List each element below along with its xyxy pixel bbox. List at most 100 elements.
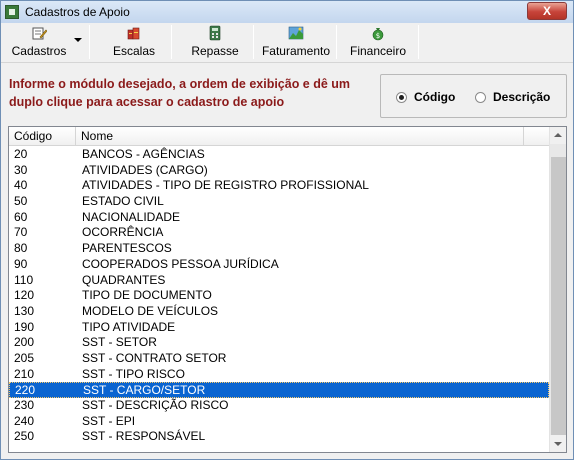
table-row[interactable]: 40 ATIVIDADES - TIPO DE REGISTRO PROFISSI…: [9, 178, 549, 194]
row-code: 30: [14, 162, 28, 177]
order-by-codigo-radio[interactable]: Código: [396, 90, 455, 104]
row-code: 80: [14, 241, 28, 256]
row-code: 230: [14, 398, 35, 412]
row-name: SST - DESCRIÇÃO RISCO: [82, 398, 229, 412]
faturamento-button[interactable]: Faturamento: [259, 25, 333, 61]
row-code: 190: [14, 319, 35, 334]
order-by-descricao-radio[interactable]: Descrição: [475, 90, 550, 104]
table-row[interactable]: 240 SST - EPI: [9, 414, 549, 430]
row-name: ESTADO CIVIL: [82, 194, 164, 209]
row-code: 50: [14, 194, 28, 209]
faturamento-label: Faturamento: [261, 44, 331, 58]
row-code: 210: [14, 366, 35, 381]
escalas-button[interactable]: Escalas: [109, 25, 159, 61]
table-row[interactable]: 210 SST - TIPO RISCO: [9, 367, 549, 383]
instruction-text: Informe o módulo desejado, a ordem de ex…: [9, 77, 351, 109]
table-row[interactable]: 200 SST - SETOR: [9, 335, 549, 351]
close-button[interactable]: X: [527, 2, 567, 20]
table-row[interactable]: 205 SST - CONTRATO SETOR: [9, 351, 549, 367]
row-name: BANCOS - AGÊNCIAS: [82, 147, 205, 161]
table-row[interactable]: 20 BANCOS - AGÊNCIAS: [9, 147, 549, 163]
table-row[interactable]: 50 ESTADO CIVIL: [9, 194, 549, 210]
row-name: SST - CONTRATO SETOR: [82, 350, 227, 365]
toolbar: Cadastros Escalas Repasse Faturamento $ …: [1, 23, 573, 63]
financeiro-label: Financeiro: [349, 44, 407, 58]
row-name: QUADRANTES: [82, 272, 166, 287]
row-code: 220: [15, 383, 36, 398]
row-name: OCORRÊNCIA: [82, 225, 164, 240]
escalas-label: Escalas: [112, 44, 156, 58]
scroll-down-icon[interactable]: [550, 435, 566, 452]
toolbar-separator: [253, 25, 254, 59]
row-name: SST - EPI: [82, 413, 136, 428]
list-rows: 20 BANCOS - AGÊNCIAS 30 ATIVIDADES (CARGO) 4…: [9, 147, 549, 445]
row-name: NACIONALIDADE: [82, 209, 181, 224]
toolbar-separator: [336, 25, 337, 59]
column-header-codigo[interactable]: Código: [9, 127, 76, 146]
row-code: 200: [14, 335, 35, 350]
cadastros-button[interactable]: Cadastros: [5, 25, 73, 61]
order-options-group: Código Descrição: [380, 74, 567, 118]
toolbar-separator: [89, 25, 90, 59]
row-name: ATIVIDADES (CARGO): [82, 162, 208, 177]
books-icon: [126, 25, 142, 41]
table-row[interactable]: 80 PARENTESCOS: [9, 241, 549, 257]
list-header: Código Nome: [9, 127, 549, 146]
column-header-nome[interactable]: Nome: [76, 127, 524, 146]
pencil-document-icon: [31, 25, 48, 41]
row-code: 20: [14, 147, 28, 161]
vertical-scrollbar[interactable]: [549, 127, 566, 452]
table-row[interactable]: 60 NACIONALIDADE: [9, 210, 549, 226]
cadastros-label: Cadastros: [11, 44, 67, 58]
toolbar-separator: [418, 25, 419, 59]
scroll-up-icon[interactable]: [550, 127, 566, 144]
table-row[interactable]: 230 SST - DESCRIÇÃO RISCO: [9, 398, 549, 414]
cadastros-dropdown-arrow-icon[interactable]: [74, 38, 82, 42]
table-row[interactable]: 110 QUADRANTES: [9, 273, 549, 289]
cadastros-apoio-window: Cadastros de Apoio X Cadastros Escalas R…: [0, 0, 574, 460]
svg-text:$: $: [376, 32, 380, 40]
row-name: SST - CARGO/SETOR: [83, 383, 206, 398]
radio-selected-icon[interactable]: [396, 91, 407, 103]
money-bag-icon: $: [370, 25, 386, 41]
row-code: 90: [14, 256, 28, 271]
row-name: SST - TIPO RISCO: [82, 366, 185, 381]
row-name: SST - SETOR: [82, 335, 157, 350]
app-icon: [5, 5, 19, 19]
row-code: 40: [14, 178, 28, 193]
row-code: 250: [14, 429, 35, 444]
row-name: TIPO DE DOCUMENTO: [82, 288, 212, 303]
row-code: 110: [14, 272, 34, 287]
row-name: PARENTESCOS: [82, 241, 172, 256]
row-code: 205: [14, 350, 35, 365]
table-row[interactable]: 190 TIPO ATIVIDADE: [9, 320, 549, 336]
row-name: MODELO DE VEÍCULOS: [82, 303, 219, 318]
table-row[interactable]: 250 SST - RESPONSÁVEL: [9, 429, 549, 445]
table-row[interactable]: 130 MODELO DE VEÍCULOS: [9, 304, 549, 320]
table-row-selected[interactable]: 220 SST - CARGO/SETOR: [9, 382, 549, 398]
row-name: COOPERADOS PESSOA JURÍDICA: [82, 256, 279, 271]
repasse-label: Repasse: [191, 44, 239, 58]
chart-document-icon: [288, 25, 304, 41]
row-code: 60: [14, 209, 28, 224]
table-row[interactable]: 120 TIPO DE DOCUMENTO: [9, 288, 549, 304]
order-by-codigo-label: Código: [414, 90, 456, 104]
row-name: ATIVIDADES - TIPO DE REGISTRO PROFISSION…: [82, 178, 369, 193]
title-bar: Cadastros de Apoio X: [1, 1, 573, 23]
cadastros-list[interactable]: Código Nome 20 BANCOS - AGÊNCIAS 30 ATIVIDA…: [8, 126, 567, 453]
radio-unselected-icon[interactable]: [475, 91, 486, 103]
order-by-descricao-label: Descrição: [493, 90, 551, 104]
financeiro-button[interactable]: $ Financeiro: [346, 25, 410, 61]
row-name: SST - RESPONSÁVEL: [82, 429, 206, 444]
window-title: Cadastros de Apoio: [25, 5, 130, 19]
row-code: 130: [14, 303, 35, 318]
row-name: TIPO ATIVIDADE: [82, 319, 176, 334]
table-row[interactable]: 90 COOPERADOS PESSOA JURÍDICA: [9, 257, 549, 273]
row-code: 240: [14, 413, 35, 428]
scrollbar-thumb[interactable]: [551, 157, 566, 435]
toolbar-separator: [171, 25, 172, 59]
row-code: 70: [14, 225, 28, 240]
repasse-button[interactable]: Repasse: [187, 25, 243, 61]
table-row[interactable]: 30 ATIVIDADES (CARGO): [9, 163, 549, 179]
table-row[interactable]: 70 OCORRÊNCIA: [9, 225, 549, 241]
